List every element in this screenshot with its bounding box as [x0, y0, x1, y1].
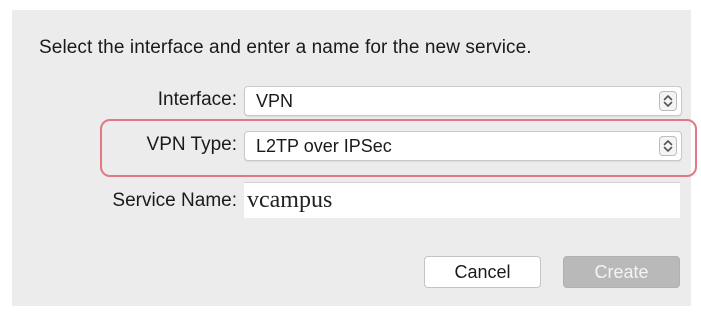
service-name-value: vcampus [247, 187, 333, 213]
vpn-type-label: VPN Type: [146, 134, 237, 155]
new-service-dialog: Select the interface and enter a name fo… [12, 10, 697, 306]
cancel-button[interactable]: Cancel [424, 256, 541, 288]
interface-value: VPN [256, 91, 294, 111]
service-name-field[interactable]: vcampus [244, 182, 680, 218]
updown-stepper-icon [659, 91, 677, 111]
interface-label: Interface: [157, 89, 237, 110]
vpn-type-value: L2TP over IPSec [256, 136, 392, 156]
interface-popup[interactable]: VPN [244, 86, 682, 116]
vpn-type-popup[interactable]: L2TP over IPSec [244, 131, 682, 161]
updown-stepper-icon [659, 136, 677, 156]
dialog-instruction: Select the interface and enter a name fo… [39, 37, 532, 58]
service-name-label: Service Name: [112, 190, 237, 211]
create-button[interactable]: Create [563, 256, 680, 288]
